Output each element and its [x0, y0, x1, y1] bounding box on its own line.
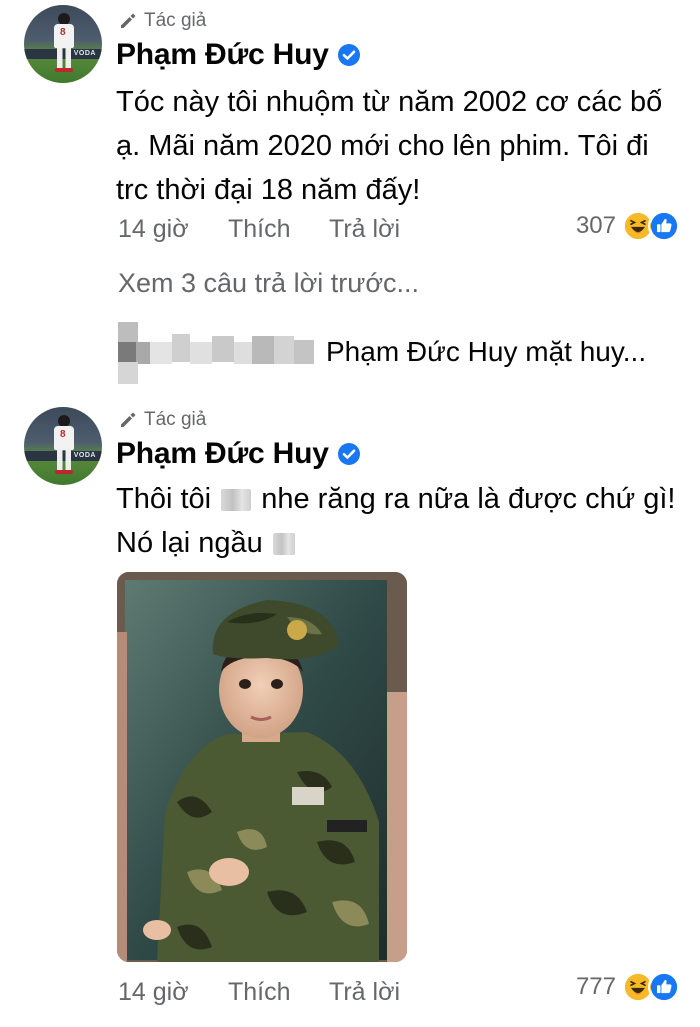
like-button[interactable]: Thích: [228, 978, 329, 1007]
reply-button[interactable]: Trả lời: [329, 215, 400, 244]
reply-preview-row[interactable]: Phạm Đức Huy mặt huy...: [104, 322, 646, 388]
comment-text: Thôi tôi nhe răng ra nữa là được chứ gì!…: [116, 477, 676, 565]
blurred-emoji: [221, 489, 252, 512]
comment-photo[interactable]: [117, 572, 407, 962]
commenter-name[interactable]: Phạm Đức Huy: [116, 437, 329, 471]
child-soldier-photo: [117, 572, 407, 962]
pencil-icon: [118, 11, 138, 31]
verified-badge-icon: [337, 43, 361, 67]
comment-text-part-1: Thôi tôi: [116, 483, 212, 515]
reply-preview-text: Phạm Đức Huy mặt huy...: [326, 336, 647, 367]
reaction-count: 307: [575, 212, 616, 239]
author-badge-label: Tác giả: [144, 10, 207, 31]
author-badge: Tác giả: [118, 10, 206, 32]
like-button[interactable]: Thích: [228, 215, 329, 244]
verified-badge-icon: [337, 442, 361, 466]
comment-actions: 14 giờ Thích Trả lời: [118, 978, 400, 1007]
commenter-name-row: Phạm Đức Huy: [116, 437, 361, 471]
comment-actions: 14 giờ Thích Trả lời: [118, 215, 400, 244]
blurred-avatar-and-name: [104, 322, 320, 388]
see-previous-replies-link[interactable]: Xem 3 câu trả lời trước...: [118, 268, 419, 299]
like-reaction-icon: [648, 210, 680, 242]
reaction-summary[interactable]: 777: [576, 971, 680, 1003]
reaction-summary[interactable]: 307: [576, 210, 680, 242]
blurred-emoji: [272, 533, 295, 556]
avatar[interactable]: VODA 8: [24, 407, 102, 485]
reply-button[interactable]: Trả lời: [329, 978, 400, 1007]
comment-timestamp[interactable]: 14 giờ: [118, 978, 228, 1007]
pencil-icon: [118, 410, 138, 430]
commenter-name[interactable]: Phạm Đức Huy: [116, 38, 329, 72]
comment-1: VODA 8 Tác giả Phạm Đức Huy Tóc này tôi …: [0, 0, 700, 395]
comment-timestamp[interactable]: 14 giờ: [118, 215, 228, 244]
comment-2: VODA 8 Tác giả Phạm Đức Huy Thôi tôi nhe…: [0, 395, 700, 1027]
avatar[interactable]: VODA 8: [24, 5, 102, 83]
like-reaction-icon: [648, 971, 680, 1003]
comment-text: Tóc này tôi nhuộm từ năm 2002 cơ các bố …: [116, 86, 663, 206]
author-badge: Tác giả: [118, 409, 206, 431]
reaction-count: 777: [575, 973, 616, 1000]
commenter-name-row: Phạm Đức Huy: [116, 38, 361, 72]
author-badge-label: Tác giả: [144, 409, 207, 430]
